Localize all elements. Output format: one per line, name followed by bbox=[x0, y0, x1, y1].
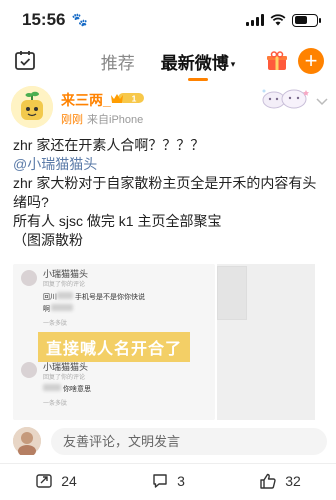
tab-recommend[interactable]: 推荐 bbox=[101, 49, 135, 74]
status-left: 15:56 🐾 bbox=[22, 10, 88, 30]
tab-latest[interactable]: 最新微博 ▾ bbox=[161, 49, 236, 74]
comment-icon bbox=[153, 474, 167, 488]
comment-count: 3 bbox=[177, 473, 185, 489]
comment-text: 回川 bbox=[43, 294, 57, 301]
comment-footer: 一条多肽 bbox=[43, 401, 68, 407]
repost-count: 24 bbox=[61, 473, 77, 489]
mention-link[interactable]: @小瑞猫猫头 bbox=[13, 155, 331, 174]
post-source: 来自iPhone bbox=[87, 114, 144, 126]
blurred-text bbox=[43, 384, 61, 391]
avatar-image bbox=[11, 86, 53, 128]
post-line: zhr 家还在开素人合啊？？？？ bbox=[13, 137, 205, 153]
divider bbox=[0, 463, 336, 464]
comment-text: 手机号是不是你你快说 bbox=[75, 294, 145, 301]
comment-text: 啊 bbox=[43, 306, 50, 313]
post-line: 所有人 sjsc 做完 k1 主页全部聚宝 bbox=[13, 213, 222, 229]
wifi-icon bbox=[270, 14, 286, 26]
repost-icon bbox=[36, 474, 52, 488]
status-right bbox=[246, 13, 321, 27]
post-menu-chevron-icon[interactable] bbox=[316, 98, 328, 106]
post-header: 来三两_ 1 刚刚 来自iPhone bbox=[0, 86, 336, 132]
card-sticker-icon bbox=[262, 89, 309, 109]
post-line: zhr 家大粉对于自家散粉主页全是开禾的内容有头 bbox=[13, 175, 317, 191]
post-image[interactable]: 小瑞猫猫头 回复了你的评论 回川 手机号是不是你你快说 啊 一条多肽 直接喊人名… bbox=[13, 264, 215, 420]
gift-icon[interactable] bbox=[266, 50, 288, 72]
post-meta: 刚刚 来自iPhone bbox=[61, 111, 143, 127]
comment-sub: 回复了你的评论 bbox=[43, 282, 86, 288]
post-line: 绪吗? bbox=[13, 194, 49, 210]
blurred-text bbox=[51, 304, 73, 311]
comment-bar: 友善评论，文明发言 bbox=[10, 427, 327, 457]
status-time: 15:56 bbox=[22, 10, 66, 29]
vip-crown-icon[interactable]: 1 bbox=[110, 91, 146, 105]
battery-fill bbox=[294, 16, 308, 24]
post-image-side[interactable] bbox=[217, 264, 315, 420]
comment-footer: 一条多肽 bbox=[43, 321, 68, 327]
username[interactable]: 来三两_ bbox=[61, 90, 111, 110]
comment-input[interactable]: 友善评论，文明发言 bbox=[51, 428, 327, 455]
like-button[interactable]: 32 bbox=[224, 467, 336, 495]
comment-sub: 回复了你的评论 bbox=[43, 375, 86, 381]
thumbnail bbox=[217, 266, 247, 320]
battery-icon bbox=[292, 13, 321, 27]
action-bar: 24 3 32 bbox=[0, 467, 336, 495]
comment-button[interactable]: 3 bbox=[112, 467, 224, 495]
top-nav: 推荐 最新微博 ▾ + bbox=[0, 42, 336, 80]
post-time: 刚刚 bbox=[61, 114, 83, 126]
my-avatar-image bbox=[13, 427, 41, 457]
comment-avatar bbox=[21, 362, 37, 378]
comment-text: 你啥意思 bbox=[63, 386, 91, 393]
blurred-text bbox=[57, 292, 73, 299]
chevron-down-icon: ▾ bbox=[230, 58, 236, 69]
calendar-check-icon[interactable] bbox=[14, 49, 36, 71]
comment-avatar bbox=[21, 270, 37, 286]
tab-latest-label: 最新微博 bbox=[160, 53, 229, 73]
my-avatar bbox=[13, 427, 41, 457]
paw-icon: 🐾 bbox=[71, 12, 88, 27]
repost-button[interactable]: 24 bbox=[0, 467, 112, 495]
signal-icon bbox=[246, 14, 264, 26]
overlay-caption: 直接喊人名开合了 bbox=[38, 332, 191, 362]
like-count: 32 bbox=[285, 473, 301, 489]
compose-button[interactable]: + bbox=[298, 48, 324, 74]
status-bar: 15:56 🐾 bbox=[0, 0, 336, 40]
avatar[interactable] bbox=[11, 86, 53, 128]
vip-level: 1 bbox=[132, 94, 137, 104]
post-line: （图源散粉 bbox=[13, 232, 83, 248]
post-text: zhr 家还在开素人合啊？？？？ @小瑞猫猫头 zhr 家大粉对于自家散粉主页全… bbox=[13, 136, 331, 250]
like-icon bbox=[260, 473, 276, 489]
